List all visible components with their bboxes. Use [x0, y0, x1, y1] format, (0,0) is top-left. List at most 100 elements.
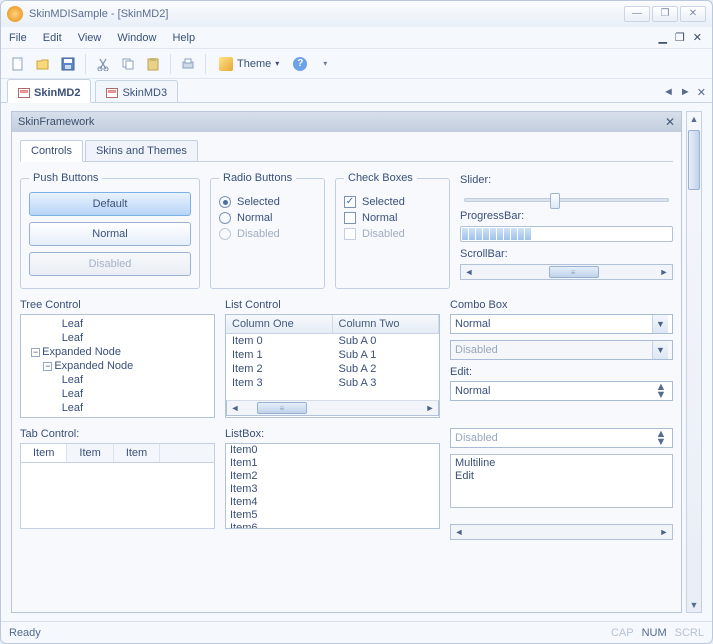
app-window: SkinMDISample - [SkinMD2] — ❐ ✕ File Edi… — [0, 0, 713, 644]
scroll-left-icon[interactable]: ◄ — [461, 265, 477, 279]
spinbox-normal[interactable]: Normal▲▼ — [450, 381, 673, 401]
normal-button[interactable]: Normal — [29, 222, 191, 246]
tree-leaf[interactable]: Leaf — [62, 332, 83, 344]
doc-tab-skinmd3[interactable]: SkinMD3 — [95, 80, 178, 102]
minimize-button[interactable]: — — [624, 6, 650, 22]
tabctrl-tab[interactable]: Item — [114, 444, 160, 462]
list-item[interactable]: Item6 — [226, 522, 439, 529]
tab-skins-themes[interactable]: Skins and Themes — [85, 140, 198, 161]
column-header[interactable]: Column One — [226, 315, 333, 333]
check-boxes-group: Check Boxes Selected Normal Disabled — [335, 172, 450, 289]
tree-control[interactable]: Leaf Leaf −Expanded Node −Expanded Node … — [20, 314, 215, 418]
list-item[interactable]: Item5 — [226, 509, 439, 522]
spinbox-disabled: Disabled▲▼ — [450, 428, 673, 448]
tabctrl-tab[interactable]: Item — [21, 444, 67, 462]
scroll-right-icon[interactable]: ► — [656, 525, 672, 539]
scroll-left-icon[interactable]: ◄ — [227, 401, 243, 415]
checkbox-normal[interactable]: Normal — [344, 212, 441, 224]
list-hscrollbar[interactable]: ◄ ≡ ► — [226, 400, 439, 416]
list-row[interactable]: Item 1Sub A 1 — [226, 348, 439, 362]
close-button[interactable]: ✕ — [680, 6, 706, 22]
disabled-button: Disabled — [29, 252, 191, 276]
list-item[interactable]: Item0 — [226, 444, 439, 457]
tab-prev-icon[interactable]: ◄ — [663, 86, 674, 99]
list-row[interactable]: Item 2Sub A 2 — [226, 362, 439, 376]
tree-node[interactable]: Expanded Node — [42, 346, 121, 358]
scroll-left-icon[interactable]: ◄ — [451, 525, 467, 539]
tab-control: Item Item Item — [20, 443, 215, 529]
scroll-thumb[interactable]: ≡ — [257, 402, 307, 414]
slider[interactable] — [464, 198, 669, 202]
tab-control-label: Tab Control: — [20, 428, 215, 440]
combobox-normal[interactable]: Normal▼ — [450, 314, 673, 334]
list-item[interactable]: Item1 — [226, 457, 439, 470]
list-item[interactable]: Item2 — [226, 470, 439, 483]
panel-close-icon[interactable]: ✕ — [665, 115, 675, 129]
paste-icon[interactable] — [142, 53, 164, 75]
radio-normal[interactable]: Normal — [219, 212, 316, 224]
tabctrl-tab[interactable]: Item — [67, 444, 113, 462]
panel-title: SkinFramework — [18, 116, 94, 128]
list-control-label: List Control — [225, 299, 440, 311]
theme-dropdown[interactable]: Theme ▾ — [212, 53, 286, 75]
checkbox-selected[interactable]: Selected — [344, 196, 441, 208]
chevron-down-icon[interactable]: ▼ — [652, 315, 668, 333]
collapse-icon[interactable]: − — [43, 362, 52, 371]
tree-leaf[interactable]: Leaf — [62, 402, 83, 414]
menu-window[interactable]: Window — [117, 32, 156, 44]
panel-vscrollbar[interactable]: ▲ ▼ — [686, 111, 702, 613]
horizontal-scrollbar[interactable]: ◄ ≡ ► — [460, 264, 673, 280]
tree-leaf[interactable]: Leaf — [62, 388, 83, 400]
cut-icon[interactable] — [92, 53, 114, 75]
tree-leaf[interactable]: Leaf — [62, 318, 83, 330]
menu-help[interactable]: Help — [172, 32, 195, 44]
new-file-icon[interactable] — [7, 53, 29, 75]
list-control[interactable]: Column OneColumn Two Item 0Sub A 0 Item … — [225, 314, 440, 418]
print-icon[interactable] — [177, 53, 199, 75]
doc-tab-skinmd2[interactable]: SkinMD2 — [7, 79, 91, 103]
save-icon[interactable] — [57, 53, 79, 75]
menu-edit[interactable]: Edit — [43, 32, 62, 44]
maximize-button[interactable]: ❐ — [652, 6, 678, 22]
menu-view[interactable]: View — [78, 32, 102, 44]
spin-down-icon[interactable]: ▼ — [654, 391, 668, 399]
list-item[interactable]: Item4 — [226, 496, 439, 509]
scroll-right-icon[interactable]: ► — [422, 401, 438, 415]
tab-controls[interactable]: Controls — [20, 140, 83, 162]
app-icon — [7, 6, 23, 22]
default-button[interactable]: Default — [29, 192, 191, 216]
slider-thumb[interactable] — [550, 193, 560, 209]
menu-file[interactable]: File — [9, 32, 27, 44]
radio-selected[interactable]: Selected — [219, 196, 316, 208]
help-icon[interactable]: ? — [289, 53, 311, 75]
listbox[interactable]: Item0 Item1 Item2 Item3 Item4 Item5 Item… — [225, 443, 440, 529]
chevron-down-icon[interactable]: ▾ — [314, 53, 336, 75]
spin-down-icon: ▼ — [654, 438, 668, 446]
mdi-restore-button[interactable]: ❐ — [673, 30, 687, 45]
combobox-disabled: Disabled▼ — [450, 340, 673, 360]
document-icon — [106, 88, 118, 98]
collapse-icon[interactable]: − — [31, 348, 40, 357]
scroll-up-icon[interactable]: ▲ — [690, 112, 699, 126]
scroll-thumb[interactable] — [688, 130, 700, 190]
scroll-down-icon[interactable]: ▼ — [690, 598, 699, 612]
copy-icon[interactable] — [117, 53, 139, 75]
multiline-hscrollbar[interactable]: ◄ ► — [450, 524, 673, 540]
chevron-down-icon: ▼ — [652, 341, 668, 359]
tab-close-icon[interactable]: ✕ — [697, 86, 706, 99]
column-header[interactable]: Column Two — [333, 315, 440, 333]
tree-leaf[interactable]: Leaf — [62, 374, 83, 386]
status-num: NUM — [642, 627, 667, 639]
list-row[interactable]: Item 3Sub A 3 — [226, 376, 439, 390]
scroll-right-icon[interactable]: ► — [656, 265, 672, 279]
tree-node[interactable]: Expanded Node — [54, 360, 133, 372]
mdi-close-button[interactable]: ✕ — [691, 30, 704, 45]
tab-next-icon[interactable]: ► — [680, 86, 691, 99]
mdi-minimize-button[interactable]: ▁ — [656, 30, 668, 45]
open-folder-icon[interactable] — [32, 53, 54, 75]
scroll-thumb[interactable]: ≡ — [549, 266, 599, 278]
list-item[interactable]: Item3 — [226, 483, 439, 496]
list-row[interactable]: Item 0Sub A 0 — [226, 334, 439, 348]
multiline-edit[interactable]: Multiline Edit — [450, 454, 673, 508]
status-scrl: SCRL — [675, 627, 704, 639]
